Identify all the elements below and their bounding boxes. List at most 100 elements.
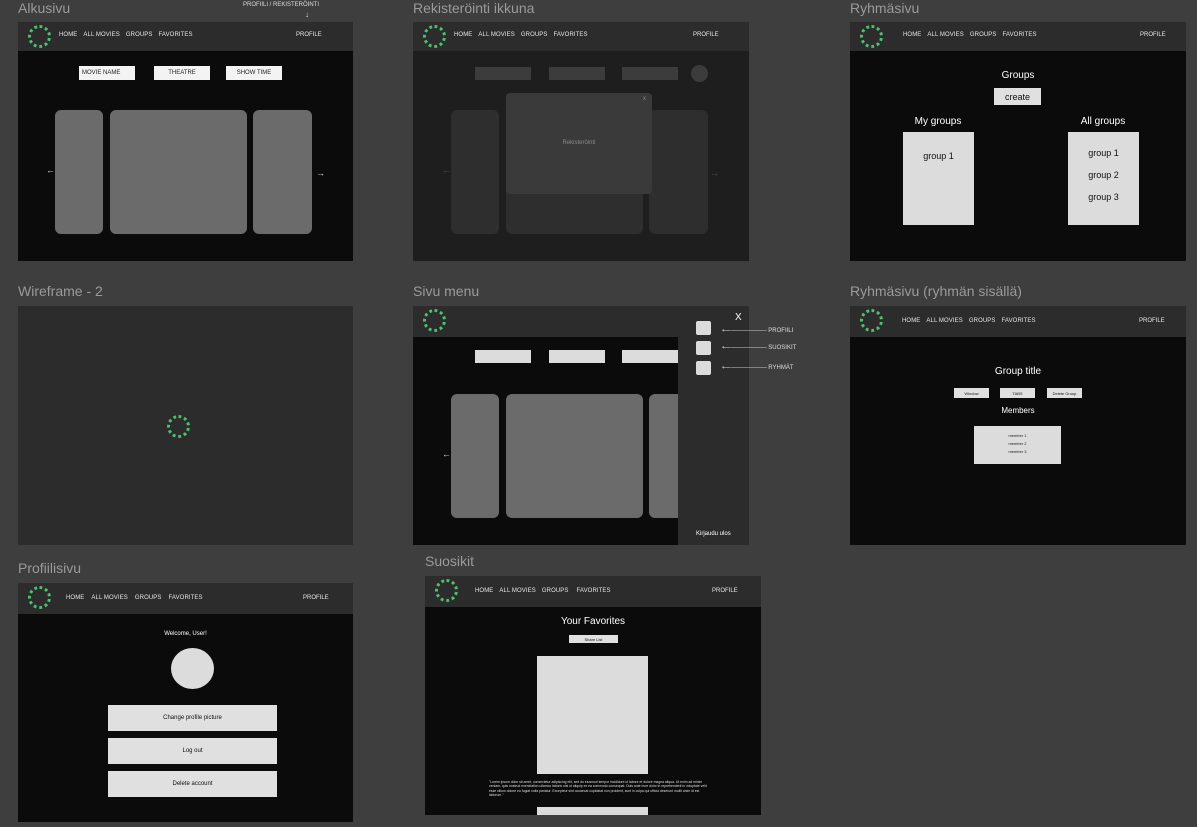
change-profile-picture-button[interactable]: Change profile picture: [108, 705, 277, 731]
frame-sivumenu: ← X Kirjaudu ulos: [413, 306, 749, 545]
list-item[interactable]: group 3: [1068, 192, 1139, 202]
carousel-left-arrow-icon[interactable]: ←: [46, 165, 55, 175]
nav-profile[interactable]: PROFILE: [1139, 318, 1165, 324]
nav-groups[interactable]: GROUPS: [126, 32, 153, 38]
logout-link[interactable]: Kirjaudu ulos: [696, 531, 731, 537]
nav-profile[interactable]: PROFILE: [712, 588, 738, 594]
carousel-left-arrow-icon[interactable]: ←: [442, 449, 451, 459]
logo-icon[interactable]: [28, 25, 51, 48]
movie-card-left[interactable]: [55, 110, 103, 234]
movie-card-center[interactable]: [110, 110, 247, 234]
movie-card-center[interactable]: [506, 394, 643, 518]
nav-favorites[interactable]: FAVORITES: [1002, 32, 1036, 38]
frame-suosikit: HOME ALL MOVIES GROUPS FAVORITES PROFILE…: [425, 576, 761, 815]
nav-home[interactable]: HOME: [475, 588, 493, 594]
frame-title-profiilisivu: Profiilisivu: [18, 560, 82, 576]
all-groups-list: group 1 group 2 group 3: [1068, 132, 1139, 225]
group-title: Group title: [994, 366, 1042, 377]
nav-home[interactable]: HOME: [454, 32, 472, 38]
search-input-3[interactable]: [622, 350, 678, 363]
logo-icon[interactable]: [860, 25, 883, 48]
menu-item-profiili[interactable]: [696, 321, 711, 335]
movie-name-input[interactable]: MOVIE NAME: [79, 66, 135, 80]
nav-profile[interactable]: PROFILE: [303, 595, 329, 601]
list-item[interactable]: group 2: [1068, 170, 1139, 180]
avatar[interactable]: [171, 648, 214, 689]
nav-profile[interactable]: PROFILE: [296, 32, 322, 38]
dim-card-right: [649, 110, 708, 234]
logo-icon[interactable]: [860, 309, 883, 332]
all-groups-heading: All groups: [1080, 116, 1126, 127]
delete-account-button[interactable]: Delete account: [108, 771, 277, 797]
nav-all-movies[interactable]: ALL MOVIES: [927, 32, 963, 38]
frame-title-ryhmasivu: Ryhmäsivu: [850, 0, 920, 16]
annotation-suosikit: ⟵—————— SUOSIKIT: [722, 345, 797, 351]
nav-profile[interactable]: PROFILE: [693, 32, 719, 38]
dim-input-2: [549, 67, 605, 80]
annotation-ryhmat-label: RYHMÄT: [768, 365, 794, 371]
welcome-text: Welcome, User!: [164, 631, 207, 637]
list-item[interactable]: group 1: [1068, 148, 1139, 158]
logout-button[interactable]: Log out: [108, 738, 277, 764]
nav-all-movies[interactable]: ALL MOVIES: [478, 32, 514, 38]
frame-title-alkusivu: Alkusivu: [18, 0, 71, 16]
close-icon[interactable]: X: [735, 312, 742, 323]
menu-item-ryhmat[interactable]: [696, 361, 711, 375]
nav-favorites[interactable]: FAVORITES: [576, 588, 610, 594]
close-icon[interactable]: x: [643, 96, 646, 102]
nav-favorites[interactable]: FAVORITES: [158, 32, 192, 38]
delete-group-button[interactable]: Delete Group: [1047, 388, 1082, 398]
members-list: member 1 member 2 member 3: [974, 426, 1061, 464]
side-menu-panel: X Kirjaudu ulos: [678, 306, 749, 545]
nav-groups[interactable]: GROUPS: [135, 595, 162, 601]
menu-item-suosikit[interactable]: [696, 341, 711, 355]
window-button[interactable]: Window: [954, 388, 989, 398]
annotation-profiili: ⟵—————— PROFIILI: [722, 328, 794, 334]
search-input-1[interactable]: [475, 350, 531, 363]
share-list-button[interactable]: Share List: [569, 635, 618, 643]
dim-card-left: [451, 110, 499, 234]
nav-favorites[interactable]: FAVORITES: [1001, 318, 1035, 324]
nav-favorites[interactable]: FAVORITES: [168, 595, 202, 601]
dim-input-1: [475, 67, 531, 80]
nav-profile[interactable]: PROFILE: [1140, 32, 1166, 38]
navbar: HOME ALL MOVIES GROUPS FAVORITES PROFILE: [18, 22, 353, 51]
search-input-2[interactable]: [549, 350, 605, 363]
movie-card-left[interactable]: [451, 394, 499, 518]
nav-home[interactable]: HOME: [903, 32, 921, 38]
logo-icon[interactable]: [423, 25, 446, 48]
movie-card-right[interactable]: [253, 110, 312, 234]
logo-icon: [167, 415, 190, 438]
nav-all-movies[interactable]: ALL MOVIES: [91, 595, 127, 601]
navbar: HOME ALL MOVIES GROUPS FAVORITES PROFILE: [18, 583, 353, 614]
carousel-right-arrow-icon[interactable]: →: [316, 168, 325, 178]
logo-icon[interactable]: [435, 579, 458, 602]
frame-rekisterointi: HOME ALL MOVIES GROUPS FAVORITES PROFILE…: [413, 22, 749, 261]
annotation-profile-register: PROFIILI / REKISTERÖINTI: [243, 2, 320, 8]
nav-home[interactable]: HOME: [902, 318, 920, 324]
favorite-poster-next[interactable]: [537, 807, 648, 815]
nav-all-movies[interactable]: ALL MOVIES: [926, 318, 962, 324]
theatre-select[interactable]: THEATRE: [154, 66, 210, 80]
nav-groups[interactable]: GROUPS: [521, 32, 548, 38]
nav-home[interactable]: HOME: [59, 32, 77, 38]
frame-alkusivu: HOME ALL MOVIES GROUPS FAVORITES PROFILE…: [18, 22, 353, 261]
favorite-description: "Lorem ipsum dolor sit amet, consectetur…: [489, 780, 707, 797]
list-item: member 2: [1008, 441, 1027, 446]
logo-icon[interactable]: [423, 309, 446, 332]
list-item[interactable]: group 1: [903, 151, 974, 161]
favorite-poster[interactable]: [537, 656, 648, 774]
create-group-button[interactable]: create: [994, 88, 1041, 105]
logo-icon[interactable]: [28, 586, 51, 609]
nav-all-movies[interactable]: ALL MOVIES: [83, 32, 119, 38]
nav-favorites[interactable]: FAVORITES: [553, 32, 587, 38]
tabs-button[interactable]: TABS: [1000, 388, 1035, 398]
nav-groups[interactable]: GROUPS: [542, 588, 569, 594]
showtime-select[interactable]: SHOW TIME: [226, 66, 282, 80]
dim-avatar: [691, 65, 708, 82]
nav-groups[interactable]: GROUPS: [969, 318, 996, 324]
my-groups-heading: My groups: [914, 116, 962, 127]
nav-all-movies[interactable]: ALL MOVIES: [499, 588, 535, 594]
nav-groups[interactable]: GROUPS: [970, 32, 997, 38]
nav-home[interactable]: HOME: [66, 595, 84, 601]
